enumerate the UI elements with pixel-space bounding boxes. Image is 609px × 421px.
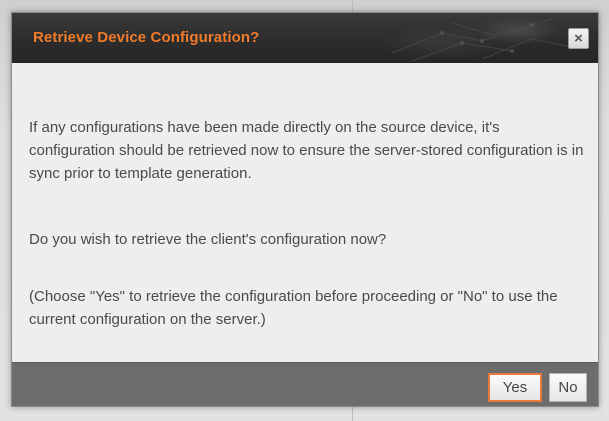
no-button[interactable]: No: [549, 373, 587, 402]
backdrop-divider: [352, 0, 353, 12]
close-icon: ×: [574, 30, 583, 47]
dialog-message-instructions: (Choose "Yes" to retrieve the configurat…: [29, 288, 558, 328]
close-button[interactable]: ×: [568, 28, 589, 49]
dialog-footer: Yes No: [12, 362, 598, 406]
dialog-message-question: Do you wish to retrieve the client's con…: [29, 231, 387, 248]
dialog-titlebar[interactable]: Retrieve Device Configuration? ×: [12, 13, 598, 63]
retrieve-config-dialog: Retrieve Device Configuration? × If any …: [11, 12, 599, 407]
backdrop-divider: [352, 407, 353, 421]
dialog-message-explanation: If any configurations have been made dir…: [29, 119, 584, 182]
yes-button[interactable]: Yes: [488, 373, 542, 402]
dialog-title: Retrieve Device Configuration?: [33, 29, 260, 46]
